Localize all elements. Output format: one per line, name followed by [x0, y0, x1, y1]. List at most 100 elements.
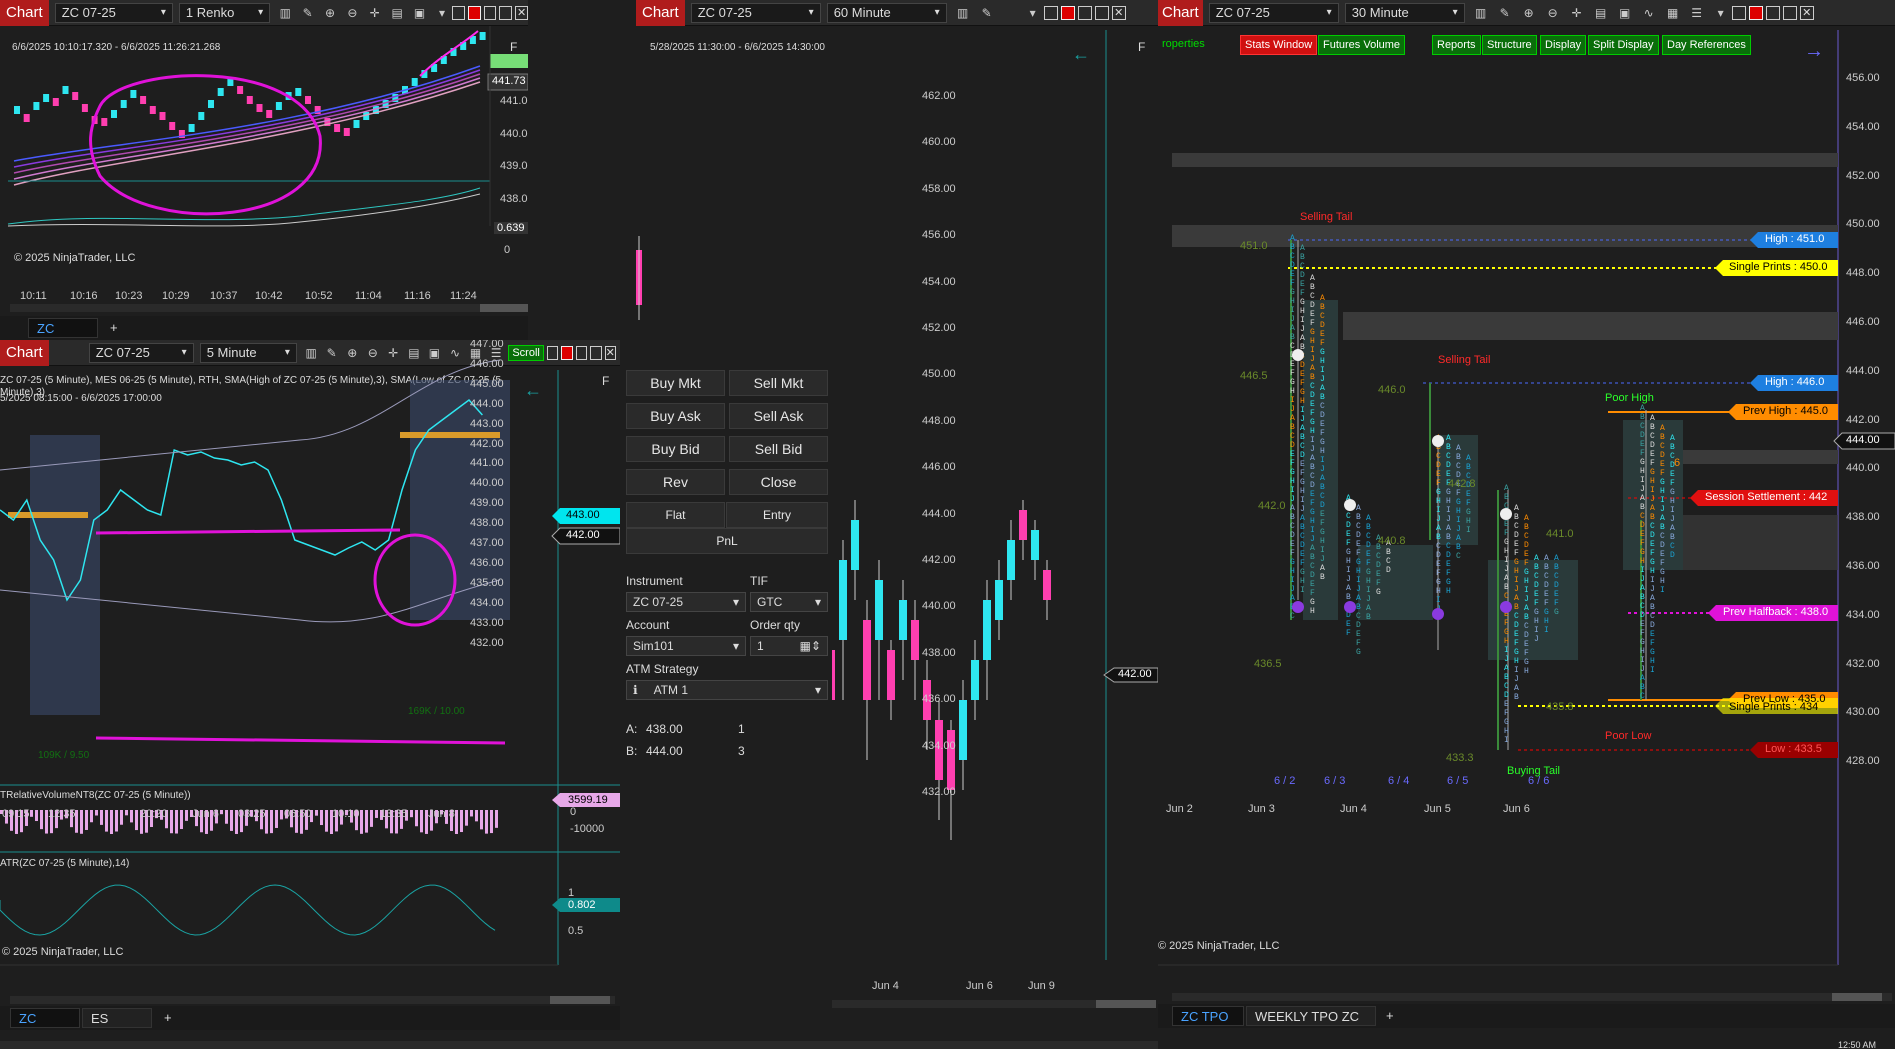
tpo-letter: B	[1514, 513, 1519, 522]
candle-body	[1043, 570, 1051, 600]
instrument-select[interactable]: ZC 07-25 ▾	[54, 2, 173, 23]
reverse-button[interactable]: Rev	[626, 469, 725, 495]
maximize-button[interactable]	[499, 5, 513, 20]
sell-ask-button[interactable]: Sell Ask	[729, 403, 828, 429]
chevron-down-icon: ▾	[814, 683, 821, 697]
x-tick: Jun 9	[1028, 980, 1055, 992]
link-button[interactable]	[452, 5, 465, 20]
x-tick: 11:16	[404, 290, 431, 302]
renko-brick	[52, 98, 59, 106]
tpo-letter: B	[1300, 433, 1305, 442]
tpo-letter: J	[1310, 535, 1315, 544]
buy-ask-button[interactable]: Buy Ask	[626, 403, 725, 429]
x-tick: 12:35	[48, 808, 76, 820]
tpo-letter: G	[1650, 468, 1655, 477]
tab-weekly-tpo[interactable]: WEEKLY TPO ZC	[1246, 1006, 1376, 1026]
renko-brick	[198, 112, 205, 120]
volume-bar	[80, 810, 83, 834]
tpo-letter: E	[1300, 370, 1305, 379]
pencil-icon[interactable]: ✎	[301, 5, 315, 21]
bar-type-icon[interactable]: ▥	[278, 5, 292, 21]
horizontal-scrollbar[interactable]	[1172, 993, 1892, 1001]
instrument-field[interactable]: ZC 07-25 ▾	[626, 592, 746, 612]
tpo-letter: B	[1504, 493, 1509, 502]
renko-brick	[295, 88, 302, 96]
tpo-letter: D	[1640, 611, 1645, 620]
horizontal-scrollbar[interactable]	[10, 996, 615, 1004]
tpo-letter: G	[1310, 508, 1315, 517]
add-tab-button[interactable]: +	[1378, 1006, 1402, 1026]
renko-brick	[111, 110, 117, 118]
tpo-letter: F	[1310, 409, 1315, 418]
tab-zc-tpo[interactable]: ZC TPO	[1172, 1006, 1244, 1026]
buy-market-button[interactable]: Buy Mkt	[626, 370, 725, 396]
tab-zc[interactable]: ZC	[10, 1008, 80, 1028]
chart-tag[interactable]: Chart	[0, 0, 49, 26]
menu-icon[interactable]: ▾	[435, 5, 449, 21]
zoom-out-icon[interactable]: ⊖	[345, 5, 359, 21]
chart-window-tpo: Chart ZC 07-25 ▾ 30 Minute ▾ ▥ ✎ ⊕ ⊖ ✛ ▤ ▣…	[1158, 0, 1895, 1049]
close-button[interactable]: ✕	[515, 5, 528, 20]
tpo-letter: C	[1320, 492, 1325, 501]
tpo-letter: G	[1660, 478, 1665, 487]
tpo-letter: D	[1300, 541, 1305, 550]
indicator-value: 0.802	[568, 899, 596, 911]
atm-strategy-select[interactable]: ℹ ATM 1 ▾	[626, 680, 828, 700]
crosshair-icon[interactable]: ✛	[368, 5, 382, 21]
y-tick: 435.00	[470, 576, 504, 589]
tpo-letter: A	[1446, 524, 1451, 533]
sell-market-button[interactable]: Sell Mkt	[729, 370, 828, 396]
add-tab-button[interactable]: +	[102, 318, 126, 338]
zoom-in-icon[interactable]: ⊕	[323, 5, 337, 21]
5min-chart[interactable]	[0, 340, 620, 1000]
bracket-a-qty: 1	[738, 722, 745, 736]
tpo-letter: H	[1356, 567, 1361, 576]
close-position-button[interactable]: Close	[729, 469, 828, 495]
minimize-button[interactable]	[483, 5, 497, 20]
x-tick: 10:29	[162, 290, 190, 302]
tpo-letter: G	[1524, 658, 1529, 667]
tpo-letter: D	[1514, 621, 1519, 630]
renko-brick	[237, 86, 244, 94]
tab-zc[interactable]: ZC	[28, 318, 98, 338]
candle-body	[863, 620, 871, 700]
tpo-letter: H	[1436, 497, 1441, 506]
info-icon[interactable]: ℹ	[633, 683, 638, 697]
tpo-letter: I	[1466, 526, 1471, 535]
renko-brick	[246, 96, 253, 104]
tpo-letter: D	[1660, 541, 1665, 550]
tpo-letter: G	[1504, 718, 1509, 727]
renko-chart[interactable]	[0, 26, 528, 326]
tpo-letter: J	[1300, 325, 1305, 334]
account-select[interactable]: Sim101 ▾	[626, 636, 746, 656]
tab-es[interactable]: ES	[82, 1008, 152, 1028]
tpo-letter: C	[1320, 402, 1325, 411]
tpo-letter: A	[1310, 274, 1315, 283]
tif-select[interactable]: GTC ▾	[750, 592, 828, 612]
moving-average-line	[13, 77, 481, 180]
calculator-icon[interactable]: ▦⇕	[800, 639, 821, 653]
tpo-letter: D	[1356, 531, 1361, 540]
add-tab-button[interactable]: +	[156, 1008, 180, 1028]
order-qty-stepper[interactable]: 1 ▦⇕	[750, 636, 828, 656]
tpo-letter: J	[1650, 585, 1655, 594]
open-marker	[1432, 608, 1444, 620]
tpo-letter: C	[1650, 432, 1655, 441]
y-tick: 441.00	[470, 457, 504, 470]
instrument-link-button[interactable]	[467, 5, 481, 20]
tpo-letter: F	[1640, 629, 1645, 638]
tpo-letter: B	[1290, 243, 1295, 252]
open-marker	[1344, 601, 1356, 613]
screenshot-icon[interactable]: ▣	[412, 5, 426, 21]
buy-bid-button[interactable]: Buy Bid	[626, 436, 725, 462]
period-select[interactable]: 1 Renko ▾	[178, 2, 271, 23]
tpo-letter: G	[1320, 528, 1325, 537]
tpo-letter: E	[1514, 630, 1519, 639]
tpo-letter: F	[1300, 559, 1305, 568]
horizontal-scrollbar[interactable]	[10, 304, 528, 312]
sell-bid-button[interactable]: Sell Bid	[729, 436, 828, 462]
tpo-letter: G	[1300, 568, 1305, 577]
properties-icon[interactable]: ▤	[390, 5, 404, 21]
y-tick: 450.00	[922, 368, 956, 381]
tpo-letter: B	[1290, 513, 1295, 522]
